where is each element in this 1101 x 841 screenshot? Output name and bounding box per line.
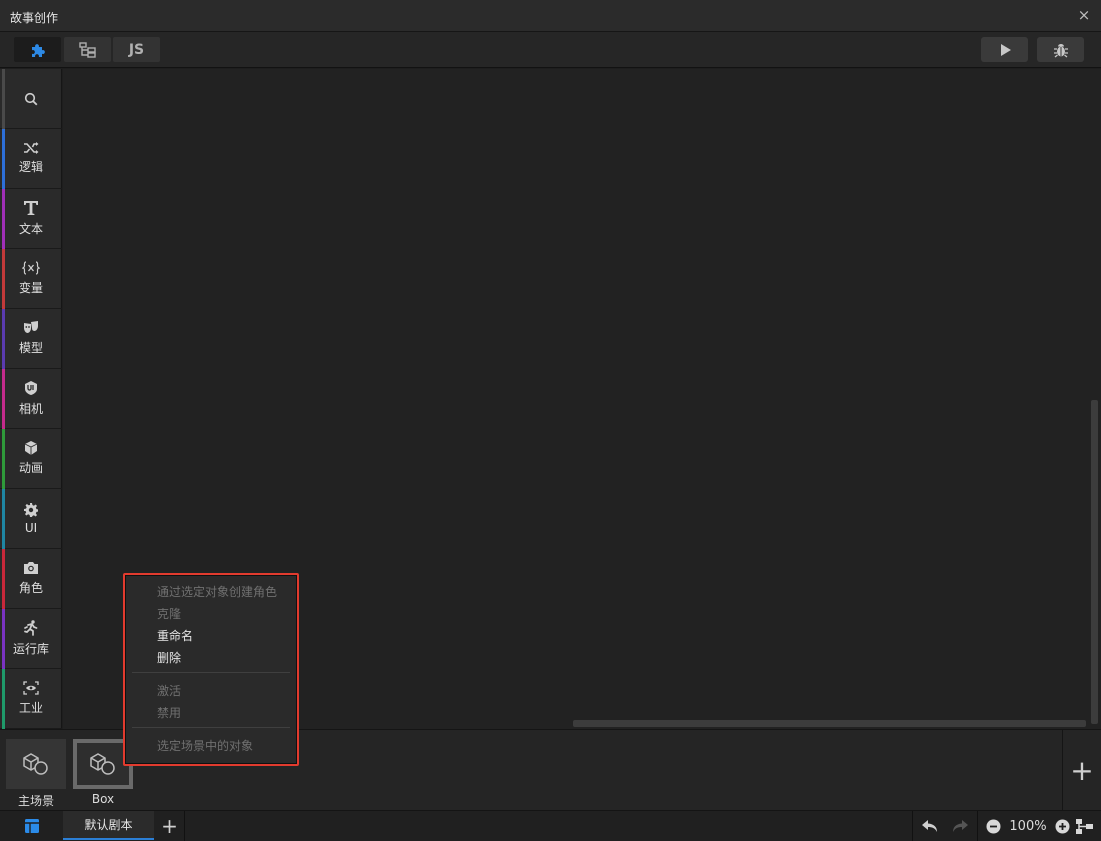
sidebar-item-variable[interactable]: 变量 <box>0 249 62 309</box>
sidebar-item-label: 角色 <box>18 581 43 595</box>
variable-icon <box>22 261 40 275</box>
tree-structure-icon <box>78 41 96 58</box>
menu-item-create-character[interactable]: 通过选定对象创建角色 <box>157 582 277 602</box>
menu-item-clone[interactable]: 克隆 <box>157 604 181 624</box>
redo-icon[interactable] <box>951 819 969 833</box>
cube-icon <box>24 441 38 455</box>
organize-blocks-icon[interactable] <box>1076 818 1093 834</box>
shapes-icon <box>90 753 115 775</box>
menu-separator <box>132 672 290 673</box>
camera-icon <box>24 562 38 574</box>
sidebar-item-label: 逻辑 <box>18 160 43 174</box>
scene-thumbnail-box[interactable] <box>73 739 133 789</box>
horizontal-scrollbar[interactable] <box>573 720 1086 727</box>
tab-blocks[interactable] <box>14 37 61 62</box>
sidebar-item-label: 相机 <box>18 402 43 416</box>
zoom-level: 100% <box>1009 818 1047 834</box>
sidebar-item-label: 运行库 <box>12 642 49 656</box>
sidebar-item-text[interactable]: 文本 <box>0 189 62 249</box>
scene-thumbnail-main[interactable] <box>6 739 66 789</box>
zoom-controls: 100% <box>977 811 1101 841</box>
running-person-icon <box>24 620 38 636</box>
theater-mask-icon <box>24 321 38 333</box>
zoom-out-icon[interactable] <box>986 819 1001 834</box>
menu-item-rename[interactable]: 重命名 <box>157 626 193 646</box>
sidebar-item-label: 变量 <box>18 281 43 295</box>
menu-item-select-in-scene[interactable]: 选定场景中的对象 <box>157 736 253 756</box>
block-category-sidebar: 逻辑 文本 变量 模型 相机 动画 UI 角色 运行库 工业 <box>0 69 62 729</box>
run-button[interactable] <box>981 37 1028 62</box>
window-title: 故事创作 <box>10 11 59 25</box>
js-label: JS <box>128 41 145 58</box>
puzzle-icon <box>31 43 45 57</box>
layout-button[interactable] <box>0 811 63 841</box>
shuffle-icon <box>24 142 39 154</box>
sidebar-item-label: 文本 <box>18 222 43 236</box>
bug-icon <box>1053 43 1068 58</box>
debug-button[interactable] <box>1037 37 1084 62</box>
toolbar: JS <box>0 32 1101 68</box>
vertical-scrollbar[interactable] <box>1091 400 1098 724</box>
eye-scan-icon <box>23 681 39 695</box>
context-menu: 通过选定对象创建角色 克隆 重命名 删除 激活 禁用 选定场景中的对象 <box>126 576 296 763</box>
add-scene-button[interactable]: + <box>1062 730 1101 811</box>
sidebar-item-label: 模型 <box>18 341 43 355</box>
shapes-icon <box>23 753 48 775</box>
add-script-button[interactable]: + <box>155 811 185 841</box>
menu-separator <box>132 727 290 728</box>
text-t-icon <box>24 201 38 215</box>
sidebar-item-label: UI <box>24 520 38 535</box>
sidebar-item-label: 工业 <box>18 701 43 715</box>
sidebar-item-ui[interactable]: UI <box>0 489 62 549</box>
close-button[interactable]: × <box>1075 6 1093 24</box>
status-bar: 默认剧本 + 100% <box>0 810 1101 841</box>
sidebar-item-animation[interactable]: 动画 <box>0 429 62 489</box>
sidebar-item-runtime[interactable]: 运行库 <box>0 609 62 669</box>
undo-icon[interactable] <box>921 819 939 833</box>
menu-item-disable[interactable]: 禁用 <box>157 703 181 723</box>
sidebar-item-search[interactable] <box>0 69 62 129</box>
tab-js[interactable]: JS <box>113 37 160 62</box>
scene-label: 主场景 <box>17 794 54 808</box>
menu-item-delete[interactable]: 删除 <box>157 648 181 668</box>
menu-item-activate[interactable]: 激活 <box>157 681 181 701</box>
sidebar-item-model[interactable]: 模型 <box>0 309 62 369</box>
scene-label: Box <box>91 792 115 806</box>
ui-badge-icon <box>25 381 37 395</box>
search-icon <box>24 92 38 105</box>
layout-icon <box>24 819 39 833</box>
tab-structure[interactable] <box>64 37 111 62</box>
zoom-in-icon[interactable] <box>1055 819 1070 834</box>
script-tab[interactable]: 默认剧本 <box>63 811 154 840</box>
sidebar-item-logic[interactable]: 逻辑 <box>0 129 62 189</box>
history-controls <box>912 811 977 841</box>
sidebar-item-industry[interactable]: 工业 <box>0 669 62 729</box>
sidebar-item-label: 动画 <box>18 461 43 475</box>
play-icon <box>1000 43 1011 56</box>
sidebar-item-character[interactable]: 角色 <box>0 549 62 609</box>
gear-icon <box>24 502 38 517</box>
status-right-controls: 100% <box>912 811 1101 841</box>
title-bar: 故事创作 × <box>0 0 1101 32</box>
sidebar-item-camera[interactable]: 相机 <box>0 369 62 429</box>
